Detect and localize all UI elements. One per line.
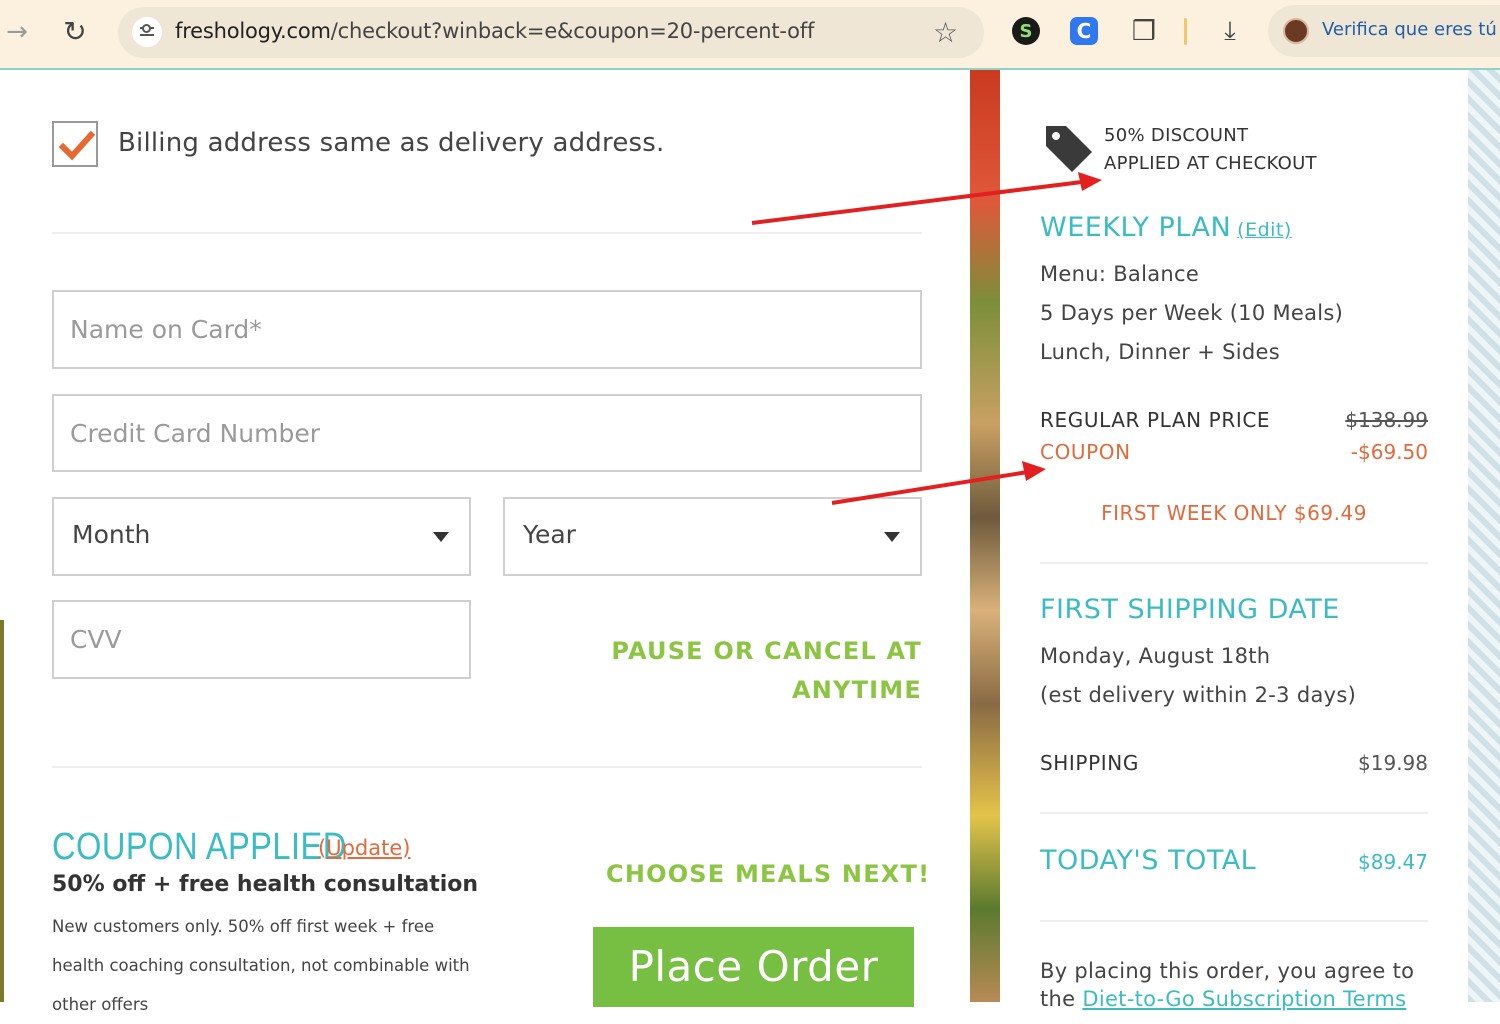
profile-label: Verifica que eres tú [1322,19,1497,40]
shipping-date: Monday, August 18th [1040,644,1271,668]
agreement-line1: By placing this order, you agree to [1040,959,1415,983]
todays-total-value: $89.47 [1358,850,1428,874]
forward-icon[interactable]: → [4,17,30,47]
credit-card-input[interactable] [54,396,920,470]
cvv-input[interactable] [54,602,469,677]
coupon-value: -$69.50 [1350,440,1428,464]
billing-same-label: Billing address same as delivery address… [118,128,665,158]
form-divider [52,232,922,234]
month-select[interactable]: Month [52,497,471,576]
coupon-description: New customers only. 50% off first week +… [52,917,470,1014]
discount-line2: APPLIED AT CHECKOUT [1104,153,1317,174]
cvv-field[interactable] [52,600,471,679]
chevron-down-icon [884,532,900,542]
food-background-image [970,70,1000,1002]
place-order-button[interactable]: Place Order [593,927,914,1007]
shipping-estimate: (est delivery within 2-3 days) [1040,683,1357,707]
extensions-puzzle-icon[interactable]: ❒ [1128,14,1160,48]
extension-c-icon[interactable]: C [1070,17,1098,45]
plan-meals: Lunch, Dinner + Sides [1040,340,1280,364]
knit-background-image [1468,70,1500,1002]
edit-plan-link[interactable]: (Edit) [1237,219,1292,241]
agreement-line2: the Diet-to-Go Subscription Terms [1040,985,1414,1013]
year-select[interactable]: Year [503,497,922,576]
discount-note: 50% DISCOUNT APPLIED AT CHECKOUT [1104,122,1317,178]
url-host: freshology.com [175,19,331,43]
shipping-value: $19.98 [1358,751,1428,775]
chevron-down-icon [433,532,449,542]
choose-meals-next: CHOOSE MEALS NEXT! [606,860,931,888]
profile-chip[interactable]: Verifica que eres tú [1268,5,1500,57]
discount-line1: 50% DISCOUNT [1104,125,1249,146]
summary-divider [1040,562,1428,564]
download-icon[interactable]: ⤓ [1212,13,1248,49]
reload-icon[interactable]: ↻ [60,15,90,48]
browser-toolbar: → ↻ freshology.com/checkout?winback=e&co… [0,0,1500,70]
coupon-subtitle: 50% off + free health consultation [52,872,479,897]
name-on-card-input[interactable] [54,292,920,367]
pause-cancel-note: PAUSE OR CANCEL AT ANYTIME [560,632,922,710]
first-week-price: FIRST WEEK ONLY $69.49 [1101,501,1367,525]
year-select-value: Year [523,520,576,549]
name-on-card-field[interactable] [52,290,922,369]
pause-cancel-line2: ANYTIME [791,676,922,704]
pause-cancel-line1: PAUSE OR CANCEL AT [611,637,922,665]
summary-divider [1040,920,1428,922]
form-divider [52,766,922,768]
site-info-icon[interactable] [132,17,162,47]
credit-card-field[interactable] [52,394,922,472]
agreement-text: By placing this order, you agree to the … [1040,957,1414,1013]
avatar [1283,18,1309,44]
plan-menu: Menu: Balance [1040,262,1200,286]
toolbar-separator [1184,18,1187,45]
first-shipping-title: FIRST SHIPPING DATE [1040,594,1340,625]
url-text[interactable]: freshology.com/checkout?winback=e&coupon… [175,19,814,43]
checkmark-icon [58,130,96,161]
bookmark-star-icon[interactable]: ☆ [933,16,958,49]
weekly-plan-label: WEEKLY PLAN [1040,212,1232,243]
price-tag-icon [1046,126,1092,172]
address-bar[interactable]: freshology.com/checkout?winback=e&coupon… [118,7,984,58]
regular-price-value: $138.99 [1345,408,1428,432]
extension-s-icon[interactable]: S [1012,17,1040,45]
summary-divider [1040,812,1428,814]
coupon-applied-title: COUPON APPLIED [52,826,347,868]
regular-price-label: REGULAR PLAN PRICE [1040,408,1271,432]
subscription-terms-link[interactable]: Diet-to-Go Subscription Terms [1082,987,1406,1011]
billing-same-checkbox[interactable] [52,121,98,167]
todays-total-label: TODAY'S TOTAL [1040,845,1257,876]
plan-days: 5 Days per Week (10 Meals) [1040,301,1344,325]
url-path: /checkout?winback=e&coupon=20-percent-of… [330,19,815,43]
shipping-label: SHIPPING [1040,751,1139,775]
coupon-label: COUPON [1040,440,1131,464]
weekly-plan-title: WEEKLY PLAN (Edit) [1040,212,1292,243]
coupon-update-link[interactable]: (Update) [318,836,410,860]
agreement-prefix: the [1040,987,1083,1011]
month-select-value: Month [72,520,151,549]
